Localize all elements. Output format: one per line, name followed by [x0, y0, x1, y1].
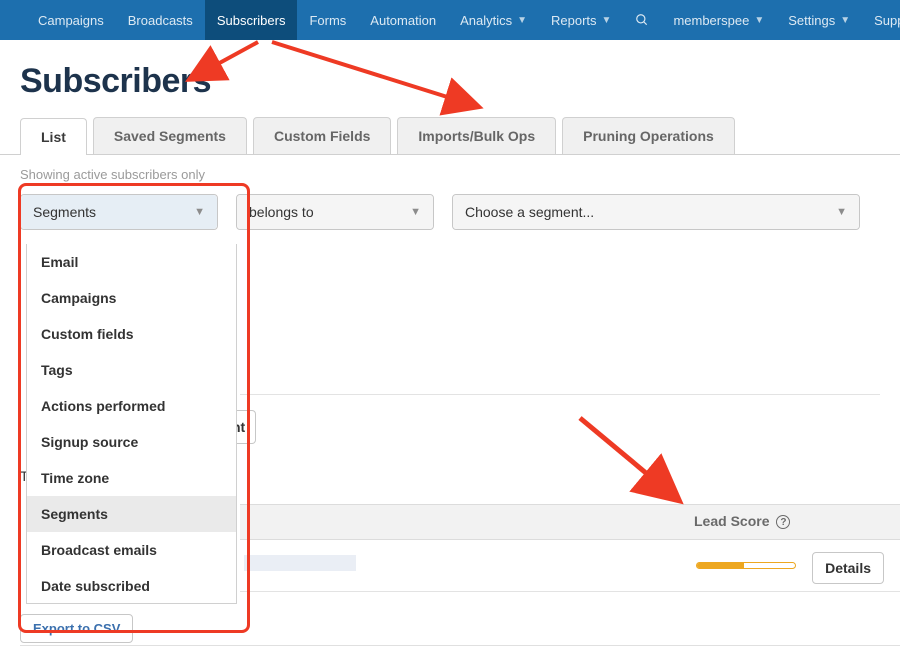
- filter-field-select[interactable]: Segments ▼: [20, 194, 218, 230]
- dropdown-option[interactable]: Date subscribed: [27, 568, 236, 604]
- nav-campaigns[interactable]: Campaigns: [26, 0, 116, 40]
- nav-label: Broadcasts: [128, 13, 193, 28]
- tab-custom-fields[interactable]: Custom Fields: [253, 117, 391, 154]
- nav-support[interactable]: Support▼: [862, 0, 900, 40]
- nav-label: Settings: [788, 13, 835, 28]
- dropdown-option[interactable]: Segments: [27, 496, 236, 532]
- nav-settings[interactable]: Settings ▼: [776, 0, 862, 40]
- dropdown-option[interactable]: Signup source: [27, 424, 236, 460]
- nav-forms[interactable]: Forms: [297, 0, 358, 40]
- lead-score-fill: [697, 563, 744, 568]
- nav-label: Analytics: [460, 13, 512, 28]
- nav-subscribers[interactable]: Subscribers: [205, 0, 298, 40]
- tab-saved-segments[interactable]: Saved Segments: [93, 117, 247, 154]
- page-header: Subscribers: [0, 40, 900, 117]
- content-area: Showing active subscribers only Segments…: [0, 155, 900, 242]
- caret-down-icon: ▼: [602, 15, 612, 26]
- caret-down-icon: ▼: [410, 206, 421, 218]
- nav-label: Subscribers: [217, 13, 286, 28]
- select-value: Segments: [33, 204, 96, 220]
- dropdown-option[interactable]: Custom fields: [27, 316, 236, 352]
- tabs-row: List Saved Segments Custom Fields Import…: [0, 117, 900, 155]
- caret-down-icon: ▼: [836, 206, 847, 218]
- tab-list[interactable]: List: [20, 118, 87, 155]
- dropdown-option[interactable]: Broadcast emails: [27, 532, 236, 568]
- nav-label: Automation: [370, 13, 436, 28]
- filter-value-select[interactable]: Choose a segment... ▼: [452, 194, 860, 230]
- filter-operator-select[interactable]: belongs to ▼: [236, 194, 434, 230]
- tab-label: List: [41, 129, 66, 145]
- tab-imports-bulk-ops[interactable]: Imports/Bulk Ops: [397, 117, 556, 154]
- nav-account[interactable]: memberspee ▼: [661, 0, 776, 40]
- page-title: Subscribers: [20, 62, 880, 101]
- redacted-cell: [244, 555, 356, 571]
- caret-down-icon: ▼: [840, 15, 850, 26]
- search-icon: [635, 13, 649, 27]
- column-header-text: Lead Score: [694, 513, 769, 529]
- filter-field-dropdown: EmailCampaignsCustom fieldsTagsActions p…: [26, 244, 237, 604]
- tab-label: Pruning Operations: [583, 128, 714, 144]
- nav-label: Support: [874, 13, 900, 28]
- nav-automation[interactable]: Automation: [358, 0, 448, 40]
- select-value: belongs to: [249, 204, 314, 220]
- nav-reports[interactable]: Reports ▼: [539, 0, 623, 40]
- details-button[interactable]: Details: [812, 552, 884, 584]
- tab-pruning-ops[interactable]: Pruning Operations: [562, 117, 735, 154]
- dropdown-option[interactable]: Campaigns: [27, 280, 236, 316]
- help-icon[interactable]: ?: [776, 515, 790, 529]
- dropdown-option[interactable]: Time zone: [27, 460, 236, 496]
- table-header-bar: [240, 504, 900, 540]
- caret-down-icon: ▼: [754, 15, 764, 26]
- nav-label: Reports: [551, 13, 597, 28]
- tab-label: Custom Fields: [274, 128, 370, 144]
- nav-broadcasts[interactable]: Broadcasts: [116, 0, 205, 40]
- tab-label: Saved Segments: [114, 128, 226, 144]
- nav-search[interactable]: [623, 0, 661, 40]
- lead-score-bar: [696, 562, 796, 569]
- nav-label: Forms: [309, 13, 346, 28]
- caret-down-icon: ▼: [517, 15, 527, 26]
- filter-row: Segments ▼ belongs to ▼ Choose a segment…: [20, 194, 880, 230]
- dropdown-list[interactable]: EmailCampaignsCustom fieldsTagsActions p…: [27, 244, 236, 604]
- column-header-lead-score: Lead Score ?: [694, 513, 790, 529]
- top-nav: Campaigns Broadcasts Subscribers Forms A…: [0, 0, 900, 40]
- dropdown-option[interactable]: Actions performed: [27, 388, 236, 424]
- nav-analytics[interactable]: Analytics ▼: [448, 0, 539, 40]
- divider: [240, 394, 880, 395]
- select-value: Choose a segment...: [465, 204, 594, 220]
- filter-status-text: Showing active subscribers only: [20, 167, 880, 182]
- caret-down-icon: ▼: [194, 206, 205, 218]
- dropdown-option[interactable]: Email: [27, 244, 236, 280]
- nav-label: Campaigns: [38, 13, 104, 28]
- tab-label: Imports/Bulk Ops: [418, 128, 535, 144]
- nav-label: memberspee: [673, 13, 749, 28]
- export-csv-button[interactable]: Export to CSV: [20, 614, 133, 643]
- dropdown-option[interactable]: Tags: [27, 352, 236, 388]
- divider: [20, 645, 900, 646]
